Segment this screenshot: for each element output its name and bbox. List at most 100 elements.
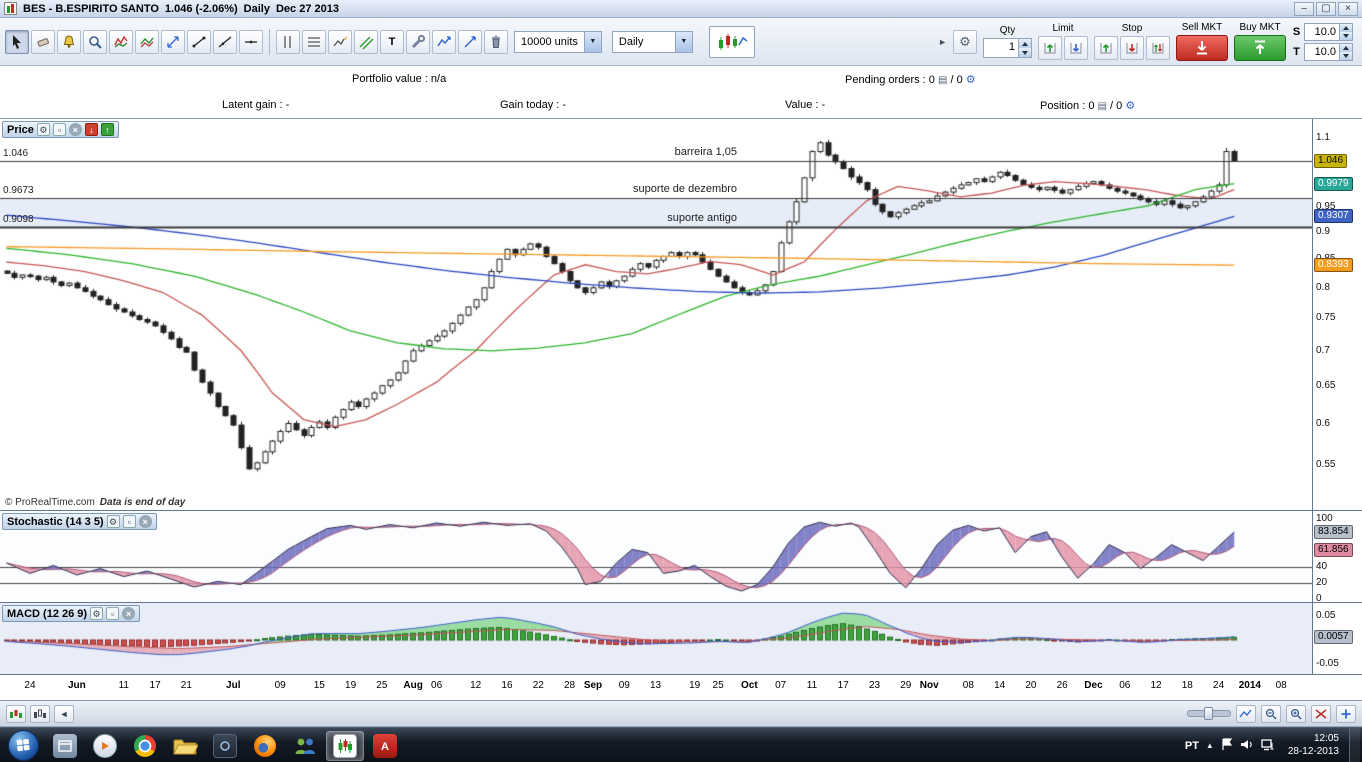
stochastic-axis[interactable]: 1004020083.85461.856: [1312, 511, 1362, 602]
action-center-icon[interactable]: [1221, 738, 1233, 754]
freehand-tool-button[interactable]: [328, 30, 352, 54]
stop-dual-button[interactable]: [1146, 36, 1170, 60]
timeframe-select[interactable]: Daily ▼: [612, 31, 693, 53]
arrow-tool-button[interactable]: [458, 30, 482, 54]
stop-distance-field[interactable]: 10.0: [1304, 23, 1353, 41]
drawing-settings-button[interactable]: [406, 30, 430, 54]
order-settings-button[interactable]: ⚙: [953, 30, 977, 54]
price-move-up-icon[interactable]: ↑: [101, 123, 114, 136]
buy-stop-button[interactable]: [1094, 36, 1118, 60]
bw-chart-button[interactable]: [30, 705, 50, 723]
taskbar-explorer[interactable]: [166, 731, 204, 761]
target-distance-field[interactable]: 10.0: [1304, 43, 1353, 61]
qty-value: 1: [984, 39, 1018, 57]
price-chart-canvas[interactable]: [0, 119, 1312, 511]
sell-market-button[interactable]: [1176, 35, 1228, 61]
maximize-button[interactable]: ▢: [1316, 2, 1336, 16]
tray-clock[interactable]: 12:05 28-12-2013: [1282, 733, 1345, 758]
delete-drawings-button[interactable]: [484, 30, 508, 54]
zigzag-tool-button[interactable]: [432, 30, 456, 54]
stochastic-canvas[interactable]: [0, 511, 1312, 603]
chart-style-button[interactable]: [709, 26, 755, 58]
units-select[interactable]: 10000 units ▼: [514, 31, 602, 53]
messenger-icon: [293, 736, 317, 756]
spinner-up-icon[interactable]: [1019, 39, 1031, 48]
volume-icon[interactable]: [1240, 738, 1254, 754]
firefox-icon: [254, 735, 276, 757]
axis-tick: 100: [1316, 513, 1333, 524]
qty-stepper[interactable]: 1: [983, 38, 1032, 58]
price-move-down-icon[interactable]: ↓: [85, 123, 98, 136]
price-axis[interactable]: 1.10.950.90.850.80.750.70.650.60.551.046…: [1312, 119, 1362, 510]
spinner-down-icon[interactable]: [1340, 52, 1352, 60]
mini-chart-button[interactable]: [6, 705, 26, 723]
hidden-icons-button[interactable]: ▲: [1206, 741, 1214, 750]
crosshair-tool-button[interactable]: [161, 30, 185, 54]
position-auto-icon[interactable]: ⚙: [1125, 100, 1135, 112]
price-popout-icon[interactable]: ▫: [53, 123, 66, 136]
taskbar-prorealtime[interactable]: [326, 731, 364, 761]
spinner-up-icon[interactable]: [1340, 44, 1352, 52]
horizontal-line-tool-button[interactable]: [239, 30, 263, 54]
stochastic-popout-icon[interactable]: ▫: [123, 515, 136, 528]
indicators-tool-button[interactable]: [109, 30, 133, 54]
stochastic-settings-icon[interactable]: ⚙: [107, 515, 120, 528]
copyright-text: © ProRealTime.com: [5, 497, 95, 508]
position-list-icon[interactable]: ▤: [1098, 101, 1107, 112]
sell-market-label: Sell MKT: [1182, 22, 1223, 33]
minimize-button[interactable]: –: [1294, 2, 1314, 16]
taskbar-app-window[interactable]: [46, 731, 84, 761]
macd-close-icon[interactable]: ×: [122, 607, 135, 620]
macd-settings-icon[interactable]: ⚙: [90, 607, 103, 620]
close-button[interactable]: ×: [1338, 2, 1358, 16]
macd-canvas[interactable]: [0, 603, 1312, 675]
price-close-icon[interactable]: ×: [69, 123, 82, 136]
zoom-in-button[interactable]: [1286, 705, 1306, 723]
alarm-tool-button[interactable]: [57, 30, 81, 54]
eraser-tool-button[interactable]: [31, 30, 55, 54]
taskbar-firefox[interactable]: [246, 731, 284, 761]
fibonacci-tool-button[interactable]: [302, 30, 326, 54]
parallel-lines-tool-button[interactable]: [276, 30, 300, 54]
zoom-slider-handle[interactable]: [1204, 707, 1213, 720]
zoom-slider[interactable]: [1187, 710, 1231, 717]
time-axis[interactable]: 24Jun111721Jul09151925Aug0612162228Sep09…: [0, 675, 1362, 701]
macd-popout-icon[interactable]: ▫: [106, 607, 119, 620]
buy-limit-button[interactable]: [1038, 36, 1062, 60]
collapse-expander[interactable]: ►: [938, 37, 947, 47]
price-settings-icon[interactable]: ⚙: [37, 123, 50, 136]
start-button[interactable]: [8, 730, 39, 761]
pointer-tool-button[interactable]: [5, 30, 29, 54]
taskbar-chrome[interactable]: [126, 731, 164, 761]
spinner-up-icon[interactable]: [1340, 24, 1352, 32]
portfolio-value: Portfolio value : n/a: [352, 73, 446, 85]
buy-market-button[interactable]: [1234, 35, 1286, 61]
zoom-tool-button[interactable]: [83, 30, 107, 54]
stochastic-close-icon[interactable]: ×: [139, 515, 152, 528]
language-indicator[interactable]: PT: [1185, 740, 1199, 752]
time-axis-label: 2014: [1233, 680, 1267, 691]
trendline-tool-button[interactable]: [213, 30, 237, 54]
macd-axis[interactable]: 0.05-0.050.0057: [1312, 603, 1362, 674]
scroll-back-button[interactable]: ◄: [54, 705, 74, 723]
sell-stop-button[interactable]: [1120, 36, 1144, 60]
segment-tool-button[interactable]: [187, 30, 211, 54]
text-tool-button[interactable]: T: [380, 30, 404, 54]
taskbar-messenger[interactable]: [286, 731, 324, 761]
show-desktop-button[interactable]: [1349, 728, 1360, 762]
patterns-tool-button[interactable]: [135, 30, 159, 54]
taskbar-app-dark[interactable]: [206, 731, 244, 761]
channel-tool-button[interactable]: [354, 30, 378, 54]
spinner-down-icon[interactable]: [1019, 48, 1031, 57]
spinner-down-icon[interactable]: [1340, 32, 1352, 40]
taskbar-media-player[interactable]: [86, 731, 124, 761]
orders-list-icon[interactable]: ▤: [938, 75, 947, 86]
edit-chart-button[interactable]: [1236, 705, 1256, 723]
network-icon[interactable]: [1261, 738, 1275, 754]
sell-limit-button[interactable]: [1064, 36, 1088, 60]
auto-orders-icon[interactable]: ⚙: [966, 74, 976, 86]
add-view-button[interactable]: [1336, 705, 1356, 723]
taskbar-adobe-reader[interactable]: A: [366, 731, 404, 761]
crosshair-button[interactable]: [1311, 705, 1331, 723]
zoom-out-button[interactable]: [1261, 705, 1281, 723]
